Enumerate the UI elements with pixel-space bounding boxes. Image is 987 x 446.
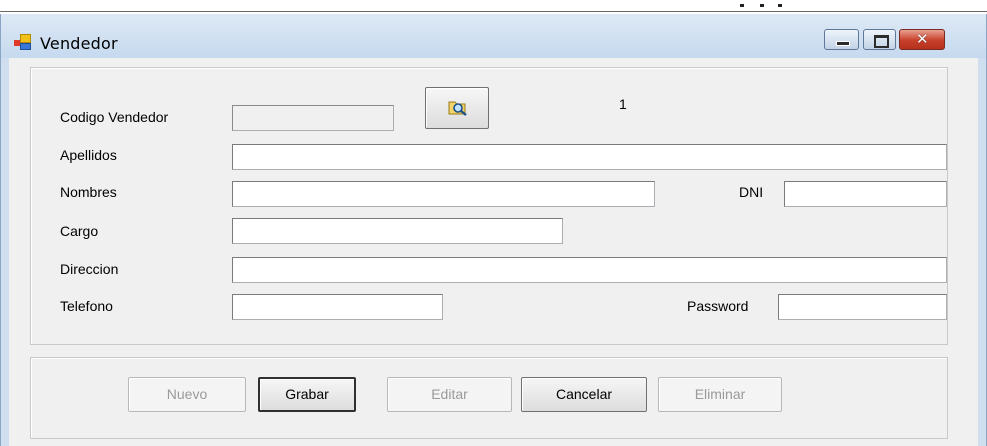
apellidos-field[interactable] (232, 144, 947, 170)
vendedor-window: Vendedor ✕ Codigo Vendedor 1 Apellidos N… (0, 14, 987, 446)
maximize-icon (874, 35, 889, 48)
title-bar[interactable]: Vendedor ✕ (1, 14, 986, 58)
nombres-label: Nombres (60, 184, 117, 200)
close-button[interactable]: ✕ (899, 29, 945, 50)
direccion-label: Direccion (60, 261, 119, 277)
telefono-field[interactable] (232, 294, 443, 320)
nuevo-button[interactable]: Nuevo (128, 377, 246, 412)
cargo-label: Cargo (60, 223, 99, 239)
folder-search-icon (448, 101, 467, 116)
form-client-area: Codigo Vendedor 1 Apellidos Nombres DNI … (9, 58, 978, 446)
screen-top-edge (0, 11, 987, 12)
search-button[interactable] (425, 87, 489, 129)
minimize-icon (836, 41, 850, 46)
codigo-vendedor-field[interactable] (232, 105, 394, 131)
direccion-field[interactable] (232, 257, 947, 283)
password-field[interactable] (778, 294, 947, 320)
seller-details-group: Codigo Vendedor 1 Apellidos Nombres DNI … (30, 67, 948, 345)
close-icon: ✕ (916, 30, 929, 48)
grabar-button[interactable]: Grabar (258, 377, 356, 412)
window-title: Vendedor (40, 34, 118, 53)
cancelar-button[interactable]: Cancelar (521, 377, 647, 412)
record-number: 1 (619, 96, 627, 112)
maximize-button[interactable] (863, 29, 896, 50)
nombres-field[interactable] (232, 181, 655, 207)
apellidos-label: Apellidos (60, 147, 117, 163)
dni-label: DNI (739, 184, 764, 200)
minimize-button[interactable] (824, 29, 859, 50)
eliminar-button[interactable]: Eliminar (658, 377, 782, 412)
editar-button[interactable]: Editar (387, 377, 512, 412)
password-label: Password (687, 298, 749, 314)
cargo-field[interactable] (232, 218, 563, 244)
telefono-label: Telefono (60, 298, 113, 314)
codigo-vendedor-label: Codigo Vendedor (60, 109, 169, 125)
desktop-edge-marks (740, 4, 800, 10)
dni-field[interactable] (784, 181, 947, 207)
app-window-icon (14, 34, 32, 50)
actions-group: Nuevo Grabar Editar Cancelar Eliminar (30, 357, 948, 439)
